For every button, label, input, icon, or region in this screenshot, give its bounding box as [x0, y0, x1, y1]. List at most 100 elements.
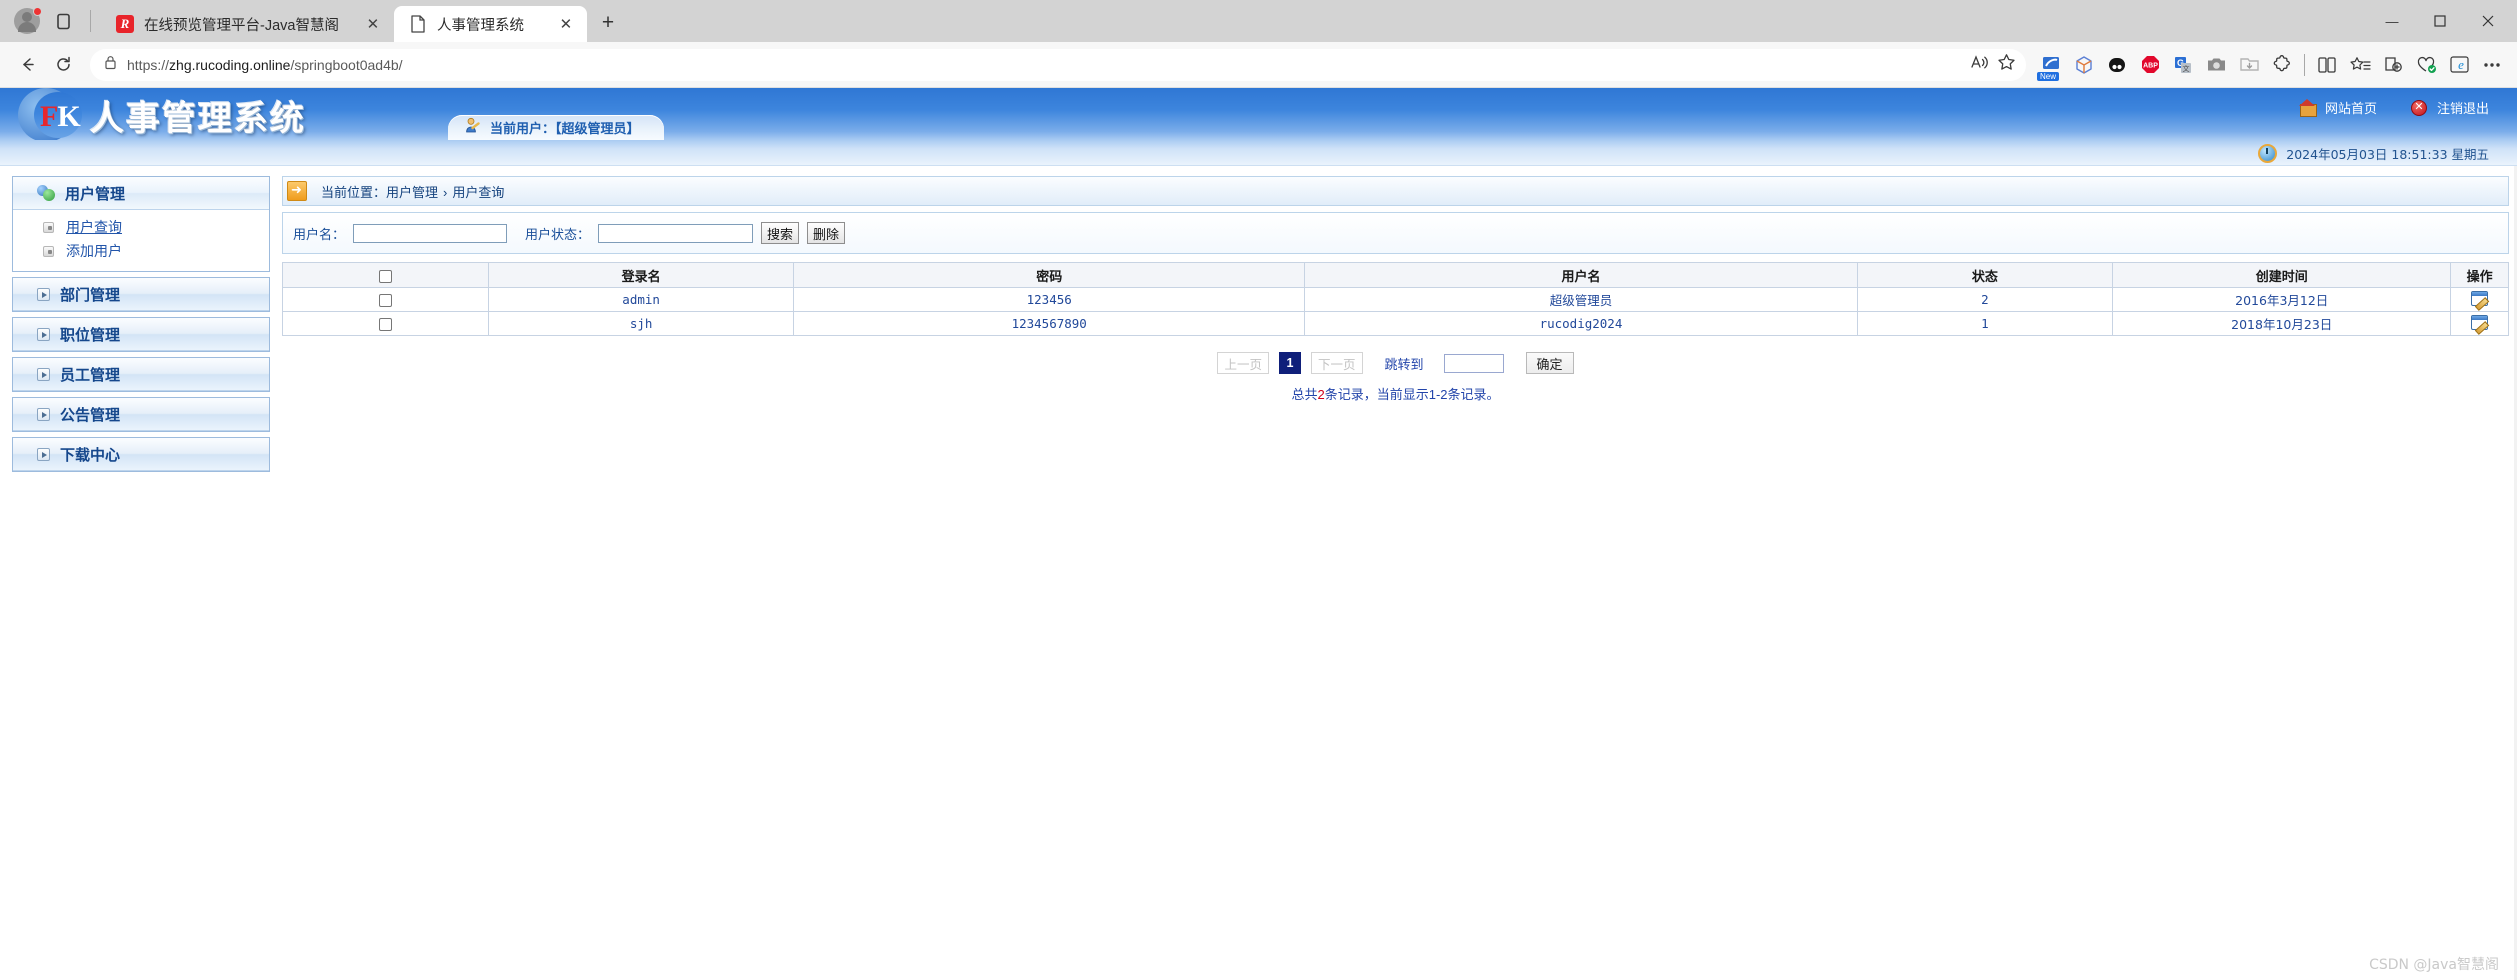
favorites-icon[interactable]: [2345, 50, 2375, 80]
address-bar[interactable]: https://zhg.rucoding.online/springboot0a…: [90, 48, 2026, 81]
row-checkbox[interactable]: [379, 294, 393, 307]
sidebar-block-user-management: 用户管理 用户查询 添加用户: [12, 176, 270, 272]
row-created: 2016年3月12日: [2112, 287, 2452, 312]
bullet-icon: [43, 245, 54, 257]
edit-icon[interactable]: [2471, 290, 2489, 306]
next-page-button[interactable]: 下一页: [1310, 352, 1363, 374]
cube-extension-icon[interactable]: [2069, 50, 2099, 80]
pagination: 上一页 1 下一页 跳转到 确定: [282, 352, 2509, 374]
sidebar-item-download-center-label: 下载中心: [60, 446, 121, 464]
lock-icon: [104, 55, 117, 75]
logo-fk-mark: FK: [40, 100, 81, 134]
delete-button[interactable]: 删除: [807, 222, 846, 244]
table-header-status: 状态: [1856, 262, 2114, 288]
table-header-select-all: [281, 262, 490, 288]
page-number-1[interactable]: 1: [1278, 352, 1301, 374]
logout-icon: ✕: [2410, 99, 2427, 116]
breadcrumb-separator: ›: [443, 184, 448, 200]
row-username: rucodig2024: [1304, 311, 1858, 336]
svg-text:e: e: [2458, 57, 2464, 72]
summary-total: 2: [1317, 387, 1325, 402]
record-summary: 总共2条记录，当前显示1-2条记录。: [282, 384, 2509, 403]
summary-middle: 条记录，当前显示1-2条记录。: [1324, 387, 1500, 402]
dark-oval-extension-icon[interactable]: [2102, 50, 2132, 80]
split-screen-icon[interactable]: [2312, 50, 2342, 80]
new-tab-button[interactable]: +: [593, 8, 623, 38]
browser-essentials-icon[interactable]: [2411, 50, 2441, 80]
sidebar-item-add-user-label[interactable]: 添加用户: [66, 241, 122, 261]
browser-tab-1-close-icon[interactable]: ✕: [362, 13, 384, 35]
tab-search-icon[interactable]: [50, 8, 76, 34]
sidebar-item-position-management[interactable]: 职位管理: [13, 318, 269, 351]
page-viewport: FK 人事管理系统 当前用户：【超级管理员】 网站首页 ✕ 注销退出 2024年…: [0, 88, 2517, 980]
ie-mode-icon[interactable]: e: [2444, 50, 2474, 80]
select-all-checkbox[interactable]: [379, 269, 393, 283]
downloads-icon[interactable]: [2234, 50, 2264, 80]
table-header-username: 用户名: [1304, 262, 1858, 288]
browser-tab-1-title: 在线预览管理平台-Java智慧阁: [144, 17, 339, 34]
table-header-row: 登录名 密码 用户名 状态 创建时间 操作: [281, 262, 2509, 288]
jump-confirm-button[interactable]: 确定: [1525, 352, 1574, 374]
table-row: sjh 1234567890 rucodig2024 1 2018年10月23日: [281, 311, 2509, 336]
current-user-label: 当前用户：【超级管理员】: [490, 121, 640, 136]
expand-box-icon: [37, 407, 50, 421]
prev-page-button[interactable]: 上一页: [1217, 352, 1269, 374]
status-input[interactable]: [598, 223, 754, 243]
sidebar-item-position-management-label: 职位管理: [60, 326, 121, 344]
home-icon: [2298, 99, 2317, 117]
document-icon: [408, 14, 428, 34]
browser-tab-2-close-icon[interactable]: ✕: [555, 13, 577, 35]
jump-to-input[interactable]: [1443, 353, 1504, 373]
breadcrumb-prefix: 当前位置：: [321, 184, 387, 200]
back-icon[interactable]: [10, 48, 44, 82]
tab-strip: R 在线预览管理平台-Java智慧阁 ✕ 人事管理系统 ✕ + —: [0, 0, 2517, 42]
google-translate-icon[interactable]: G文: [2168, 50, 2198, 80]
sidebar-item-user-query[interactable]: 用户查询: [13, 215, 269, 239]
sidebar-item-user-query-label[interactable]: 用户查询: [66, 217, 122, 237]
username-field-label: 用户名：: [293, 226, 346, 242]
sidebar-block-position-management: 职位管理: [12, 317, 270, 352]
sidebar-item-add-user[interactable]: 添加用户: [13, 239, 269, 263]
adblock-plus-icon[interactable]: ABP: [2135, 50, 2165, 80]
sidebar-item-announcement-management[interactable]: 公告管理: [13, 398, 269, 431]
collections-icon[interactable]: [2378, 50, 2408, 80]
minimize-button[interactable]: —: [2369, 0, 2415, 42]
logout-label: 注销退出: [2436, 101, 2489, 116]
logout-link[interactable]: ✕ 注销退出: [2410, 98, 2489, 117]
maximize-button[interactable]: [2417, 0, 2463, 42]
browser-tab-1[interactable]: R 在线预览管理平台-Java智慧阁 ✕: [101, 6, 394, 42]
read-aloud-icon[interactable]: [1970, 54, 1989, 76]
site-home-link[interactable]: 网站首页: [2298, 98, 2377, 117]
reload-icon[interactable]: [46, 48, 80, 82]
username-input[interactable]: [353, 223, 508, 243]
user-table-wrapper: 登录名 密码 用户名 状态 创建时间 操作 admin 123456 超级管理员…: [281, 262, 2509, 336]
address-bar-url: https://zhg.rucoding.online/springboot0a…: [127, 57, 403, 73]
sidebar-block-employee-management: 员工管理: [12, 357, 270, 392]
r-logo-glyph: R: [116, 15, 134, 33]
close-window-button[interactable]: [2465, 0, 2511, 42]
sidebar: 用户管理 用户查询 添加用户 部门管理 职位管理 员工管理 公告管理 下载中心: [12, 176, 270, 477]
star-icon[interactable]: [1997, 53, 2016, 76]
settings-more-icon[interactable]: [2477, 50, 2507, 80]
new-badge-extension-icon[interactable]: New: [2036, 50, 2066, 81]
camera-capture-icon[interactable]: [2201, 50, 2231, 80]
clock-icon: [2258, 144, 2278, 163]
browser-tab-2[interactable]: 人事管理系统 ✕: [393, 6, 587, 42]
extensions-puzzle-icon[interactable]: [2267, 50, 2297, 80]
svg-text:ABP: ABP: [2143, 63, 2158, 70]
row-checkbox-cell: [281, 311, 490, 336]
row-status: 2: [1856, 287, 2114, 312]
sidebar-item-employee-management[interactable]: 员工管理: [13, 358, 269, 391]
search-button[interactable]: 搜索: [761, 222, 800, 244]
sidebar-item-department-management[interactable]: 部门管理: [13, 278, 269, 311]
sidebar-item-download-center[interactable]: 下载中心: [13, 438, 269, 471]
row-password: 123456: [793, 287, 1306, 312]
profile-avatar[interactable]: [14, 7, 42, 34]
row-checkbox[interactable]: [379, 318, 393, 331]
expand-box-icon: [37, 447, 50, 461]
toolbar-divider: [2304, 53, 2305, 76]
sidebar-item-user-management[interactable]: 用户管理: [13, 177, 269, 210]
edit-icon[interactable]: [2471, 314, 2489, 330]
user-table: 登录名 密码 用户名 状态 创建时间 操作 admin 123456 超级管理员…: [281, 262, 2509, 336]
browser-toolbar: https://zhg.rucoding.online/springboot0a…: [0, 42, 2517, 88]
